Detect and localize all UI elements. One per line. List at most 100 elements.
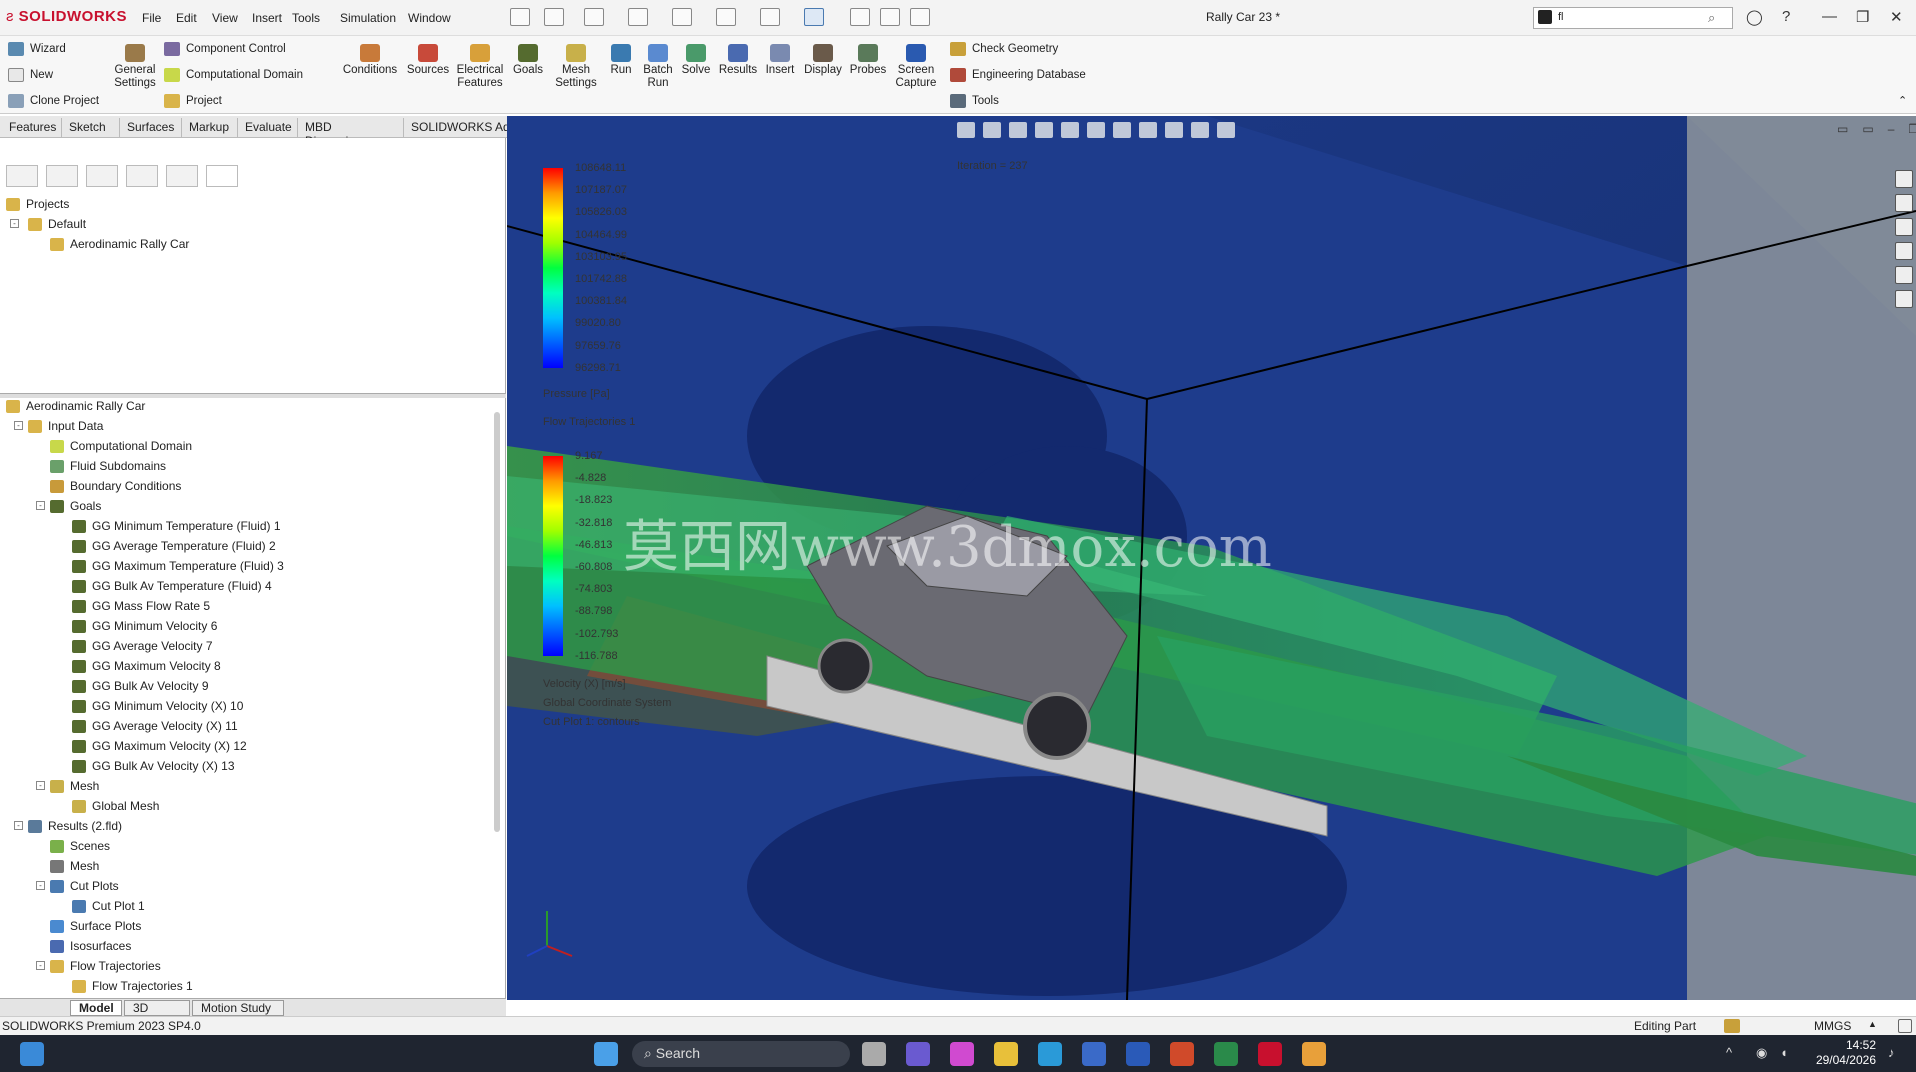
feature-manager-tab-icon[interactable] <box>6 165 38 187</box>
tab-sketch[interactable]: Sketch <box>62 118 120 137</box>
apply-scene-icon[interactable] <box>1191 122 1209 138</box>
expand-toggle[interactable]: - <box>36 501 45 510</box>
file-explorer-icon[interactable] <box>994 1042 1018 1066</box>
powerpoint-icon[interactable] <box>1170 1042 1194 1066</box>
expand-toggle[interactable]: - <box>14 821 23 830</box>
wizard-button[interactable]: Wizard <box>8 42 66 56</box>
projects-root[interactable]: Projects <box>6 194 69 214</box>
command-search-input[interactable]: fl <box>1533 7 1733 29</box>
bottom-tab-model[interactable]: Model <box>70 1000 122 1016</box>
tree-item[interactable]: Flow Trajectories 1 <box>72 976 193 996</box>
restore-icon[interactable]: ❐ <box>1856 8 1869 26</box>
copilot-icon[interactable] <box>950 1042 974 1066</box>
project-button[interactable]: Project <box>164 94 222 108</box>
rebuild-icon[interactable] <box>850 8 870 26</box>
undo-icon[interactable] <box>716 8 736 26</box>
options-gear-icon[interactable] <box>910 8 930 26</box>
rebuild-status-icon[interactable] <box>1724 1019 1740 1033</box>
property-manager-tab-icon[interactable] <box>46 165 78 187</box>
screen-capture-button[interactable]: Screen Capture <box>892 40 940 90</box>
projects-default[interactable]: Default <box>28 214 86 234</box>
save-icon[interactable] <box>628 8 648 26</box>
home-icon[interactable] <box>510 8 530 26</box>
viewport-minimize-icon[interactable]: – <box>1888 122 1895 136</box>
flow-simulation-tab-icon[interactable] <box>206 165 238 187</box>
units-dropdown-icon[interactable]: ▲ <box>1868 1019 1877 1029</box>
solidworks-logo[interactable]: ƨ SOLIDWORKS <box>6 8 127 25</box>
run-button[interactable]: Run <box>604 40 638 77</box>
tab-markup[interactable]: Markup <box>182 118 238 137</box>
electrical-features-button[interactable]: Electrical Features <box>454 40 506 90</box>
search-icon[interactable]: ⌕ <box>1708 10 1715 26</box>
computational-domain-button[interactable]: Computational Domain <box>164 68 303 82</box>
solidworks-taskbar-icon[interactable] <box>1258 1042 1282 1066</box>
edge-icon[interactable] <box>1038 1042 1062 1066</box>
results-button[interactable]: Results <box>718 40 758 77</box>
tree-item[interactable]: Cut Plots <box>50 876 119 896</box>
tree-item[interactable]: Boundary Conditions <box>50 476 181 496</box>
tree-item[interactable]: Aerodinamic Rally Car <box>6 396 145 416</box>
tree-item[interactable]: GG Minimum Temperature (Fluid) 1 <box>72 516 281 536</box>
menu-insert[interactable]: Insert <box>252 11 282 25</box>
view-settings-icon[interactable] <box>1217 122 1235 138</box>
tree-item[interactable]: GG Mass Flow Rate 5 <box>72 596 210 616</box>
view-palette-icon[interactable] <box>1895 242 1913 260</box>
tree-item[interactable]: GG Average Velocity 7 <box>72 636 213 656</box>
goals-button[interactable]: Goals <box>508 40 548 77</box>
display-manager-tab-icon[interactable] <box>166 165 198 187</box>
units-selector[interactable]: MMGS <box>1814 1019 1851 1033</box>
excel-icon[interactable] <box>1214 1042 1238 1066</box>
tree-item[interactable]: Mesh <box>50 776 99 796</box>
sources-button[interactable]: Sources <box>404 40 452 77</box>
task-view-icon[interactable] <box>862 1042 886 1066</box>
app-icon[interactable] <box>1302 1042 1326 1066</box>
tree-item[interactable]: GG Average Velocity (X) 11 <box>72 716 238 736</box>
menu-tools[interactable]: Tools <box>292 11 320 25</box>
dynamic-annotation-icon[interactable] <box>1061 122 1079 138</box>
taskbar-search[interactable]: ⌕ Search <box>632 1041 850 1067</box>
resources-icon[interactable] <box>1895 170 1913 188</box>
tree-item[interactable]: GG Average Temperature (Fluid) 2 <box>72 536 276 556</box>
tree-item[interactable]: GG Minimum Velocity (X) 10 <box>72 696 243 716</box>
volume-icon[interactable]: ◖ <box>1780 1045 1788 1060</box>
file-explorer-icon[interactable] <box>1895 218 1913 236</box>
print-icon[interactable] <box>672 8 692 26</box>
tree-item[interactable]: Cut Plot 1 <box>72 896 145 916</box>
clone-project-button[interactable]: Clone Project <box>8 94 99 108</box>
check-geometry-button[interactable]: Check Geometry <box>950 42 1058 56</box>
graphics-viewport[interactable]: ▭ ▭ – ❐ ✕ Iteration = 237 108648.11 10718… <box>507 116 1916 1000</box>
tab-mbd-dimensions[interactable]: MBD Dimensions <box>298 118 404 148</box>
tree-item[interactable]: GG Maximum Velocity 8 <box>72 656 221 676</box>
tree-item[interactable]: GG Maximum Temperature (Fluid) 3 <box>72 556 284 576</box>
design-library-icon[interactable] <box>1895 194 1913 212</box>
tree-item[interactable]: Flow Trajectories <box>50 956 161 976</box>
user-icon[interactable]: ◯ <box>1746 8 1763 26</box>
file-properties-icon[interactable] <box>880 8 900 26</box>
previous-view-icon[interactable] <box>1009 122 1027 138</box>
component-control-button[interactable]: Component Control <box>164 42 286 56</box>
widgets-icon[interactable] <box>20 1042 44 1066</box>
viewport-split-icon[interactable]: ▭ <box>1862 122 1873 136</box>
tree-item[interactable]: Surface Plots <box>50 916 141 936</box>
tab-features[interactable]: Features <box>2 118 62 137</box>
collapse-ribbon-icon[interactable]: ⌃ <box>1898 94 1907 107</box>
tray-chevron-icon[interactable]: ^ <box>1726 1045 1732 1060</box>
tree-item[interactable]: GG Minimum Velocity 6 <box>72 616 217 636</box>
section-view-icon[interactable] <box>1035 122 1053 138</box>
word-icon[interactable] <box>1126 1042 1150 1066</box>
windows-start-icon[interactable] <box>594 1042 618 1066</box>
close-icon[interactable]: ✕ <box>1890 8 1903 26</box>
redo-icon[interactable] <box>760 8 780 26</box>
display-button[interactable]: Display <box>802 40 844 77</box>
tree-item[interactable]: Goals <box>50 496 101 516</box>
menu-window[interactable]: Window <box>408 11 451 25</box>
hide-show-icon[interactable] <box>1139 122 1157 138</box>
conditions-button[interactable]: Conditions <box>340 40 400 77</box>
teams-icon[interactable] <box>906 1042 930 1066</box>
batch-run-button[interactable]: Batch Run <box>640 40 676 90</box>
tree-item[interactable]: Input Data <box>28 416 103 436</box>
tree-item[interactable]: Scenes <box>50 836 110 856</box>
tree-item[interactable]: Fluid Subdomains <box>50 456 166 476</box>
select-icon[interactable] <box>804 8 824 26</box>
general-settings-button[interactable]: General Settings <box>112 40 158 90</box>
